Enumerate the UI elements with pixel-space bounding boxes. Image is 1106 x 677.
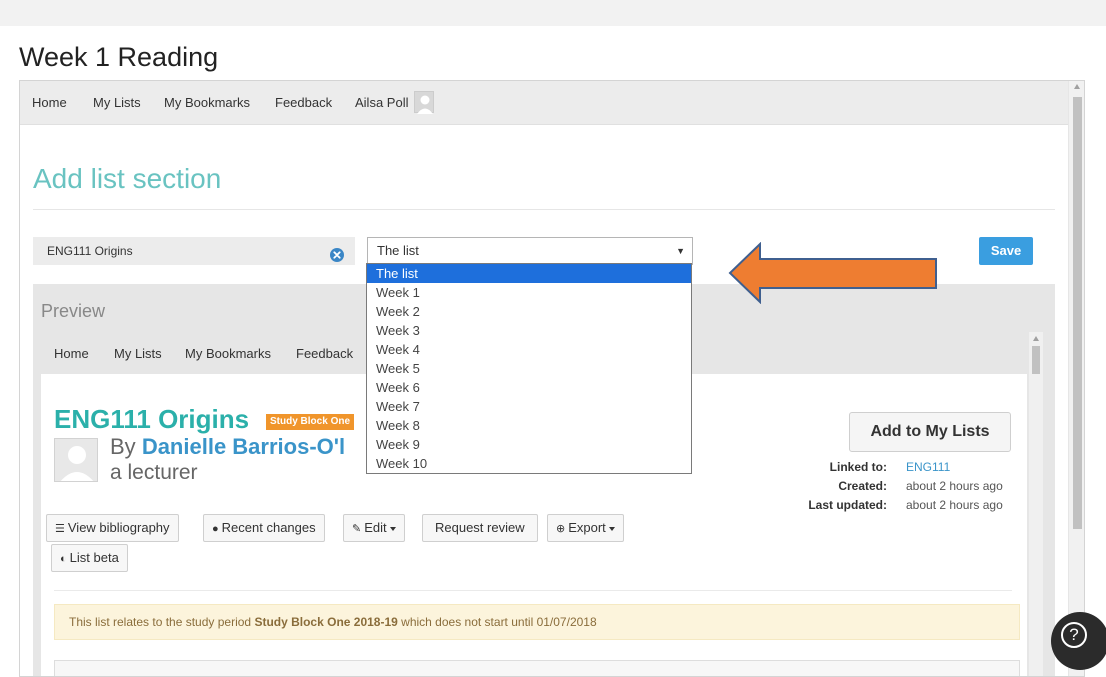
preview-nav-my-bookmarks[interactable]: My Bookmarks	[185, 346, 271, 361]
list-title[interactable]: ENG111 Origins	[54, 404, 249, 435]
dropdown-option[interactable]: Week 1	[367, 283, 691, 302]
edit-label: Edit	[364, 520, 387, 535]
study-period-badge: Study Block One	[266, 414, 355, 430]
add-to-my-lists-button[interactable]: Add to My Lists	[849, 412, 1011, 452]
recent-changes-label: Recent changes	[221, 520, 316, 535]
preview-nav-feedback[interactable]: Feedback	[296, 346, 353, 361]
page-title: Week 1 Reading	[19, 42, 219, 72]
dropdown-option[interactable]: Week 3	[367, 321, 691, 340]
export-label: Export	[568, 520, 606, 535]
caret-down-icon	[389, 526, 396, 531]
nav-feedback[interactable]: Feedback	[275, 95, 332, 110]
preview-scrollbar[interactable]	[1029, 332, 1043, 676]
dropdown-option[interactable]: Week 8	[367, 416, 691, 435]
export-button[interactable]: ⊕ Export	[547, 514, 624, 542]
dropdown-option[interactable]: Week 6	[367, 378, 691, 397]
author-avatar-icon	[54, 438, 98, 482]
scroll-up-icon[interactable]	[1074, 84, 1080, 89]
linked-to-value[interactable]: ENG111	[906, 460, 950, 474]
select-chevron-down-icon: ▼	[676, 246, 685, 256]
last-updated-value: about 2 hours ago	[906, 498, 1003, 512]
by-label: By	[110, 434, 136, 459]
nav-my-bookmarks[interactable]: My Bookmarks	[164, 95, 250, 110]
section-name-input[interactable]: ENG111 Origins	[33, 237, 355, 265]
section-parent-select[interactable]: The list ▼	[367, 237, 693, 265]
help-button[interactable]: ?	[1051, 612, 1106, 670]
top-navbar: Home My Lists My Bookmarks Feedback Ails…	[20, 81, 1068, 125]
list-icon: ☰	[55, 523, 65, 535]
nav-home[interactable]: Home	[32, 95, 67, 110]
dropdown-option[interactable]: Week 2	[367, 302, 691, 321]
outer-scrollbar-thumb[interactable]	[1073, 97, 1082, 529]
section-select-dropdown[interactable]: The list Week 1 Week 2 Week 3 Week 4 Wee…	[366, 263, 692, 474]
select-value: The list	[377, 243, 419, 258]
author-role: a lecturer	[110, 461, 198, 484]
dropdown-option[interactable]: Week 10	[367, 454, 691, 473]
created-value: about 2 hours ago	[906, 479, 1003, 493]
dropdown-option[interactable]: Week 4	[367, 340, 691, 359]
edit-button[interactable]: ✎ Edit	[343, 514, 405, 542]
dropdown-option[interactable]: Week 5	[367, 359, 691, 378]
notice-period: Study Block One 2018-19	[254, 615, 398, 629]
dropdown-option[interactable]: Week 9	[367, 435, 691, 454]
view-bibliography-button[interactable]: ☰ View bibliography	[46, 514, 179, 542]
preview-nav-home[interactable]: Home	[54, 346, 89, 361]
top-band	[0, 0, 1106, 26]
question-icon: ?	[1061, 622, 1087, 648]
nav-my-lists[interactable]: My Lists	[93, 95, 141, 110]
content-divider	[54, 590, 1012, 591]
view-bibliography-label: View bibliography	[67, 520, 170, 535]
notice-prefix: This list relates to the study period	[69, 615, 252, 629]
list-beta-button[interactable]: ◐ List beta	[51, 544, 128, 572]
last-updated-label: Last updated:	[808, 498, 887, 512]
preview-scrollbar-thumb[interactable]	[1032, 346, 1040, 374]
question-circle-icon: ●	[212, 523, 219, 535]
preview-label: Preview	[41, 301, 106, 321]
list-beta-label: List beta	[69, 550, 119, 565]
clear-input-icon[interactable]	[330, 248, 344, 262]
by-line: By Danielle Barrios-O'l	[110, 434, 345, 460]
preview-nav-my-lists[interactable]: My Lists	[114, 346, 162, 361]
user-avatar-icon[interactable]	[414, 91, 434, 114]
outer-scrollbar[interactable]	[1068, 81, 1084, 676]
pencil-icon: ✎	[352, 523, 362, 535]
request-review-button[interactable]: Request review	[422, 514, 538, 542]
study-period-notice: This list relates to the study period St…	[54, 604, 1020, 640]
toggle-icon: ◐	[60, 553, 67, 565]
linked-to-label: Linked to:	[829, 460, 887, 474]
preview-scroll-up-icon[interactable]	[1032, 336, 1039, 341]
nav-user-name[interactable]: Ailsa Poll	[355, 95, 408, 110]
caret-down-icon	[608, 526, 615, 531]
save-button[interactable]: Save	[979, 237, 1033, 265]
divider	[33, 209, 1055, 210]
left-arrow-icon	[728, 242, 937, 304]
section-heading: Add list section	[33, 163, 222, 194]
author-name[interactable]: Danielle Barrios-O'l	[142, 434, 345, 459]
export-circle-icon: ⊕	[556, 523, 566, 535]
dropdown-option[interactable]: The list	[367, 264, 691, 283]
section-strip	[54, 660, 1020, 676]
dropdown-option[interactable]: Week 7	[367, 397, 691, 416]
notice-suffix: which does not start until 01/07/2018	[401, 615, 597, 629]
recent-changes-button[interactable]: ● Recent changes	[203, 514, 325, 542]
created-label: Created:	[838, 479, 887, 493]
